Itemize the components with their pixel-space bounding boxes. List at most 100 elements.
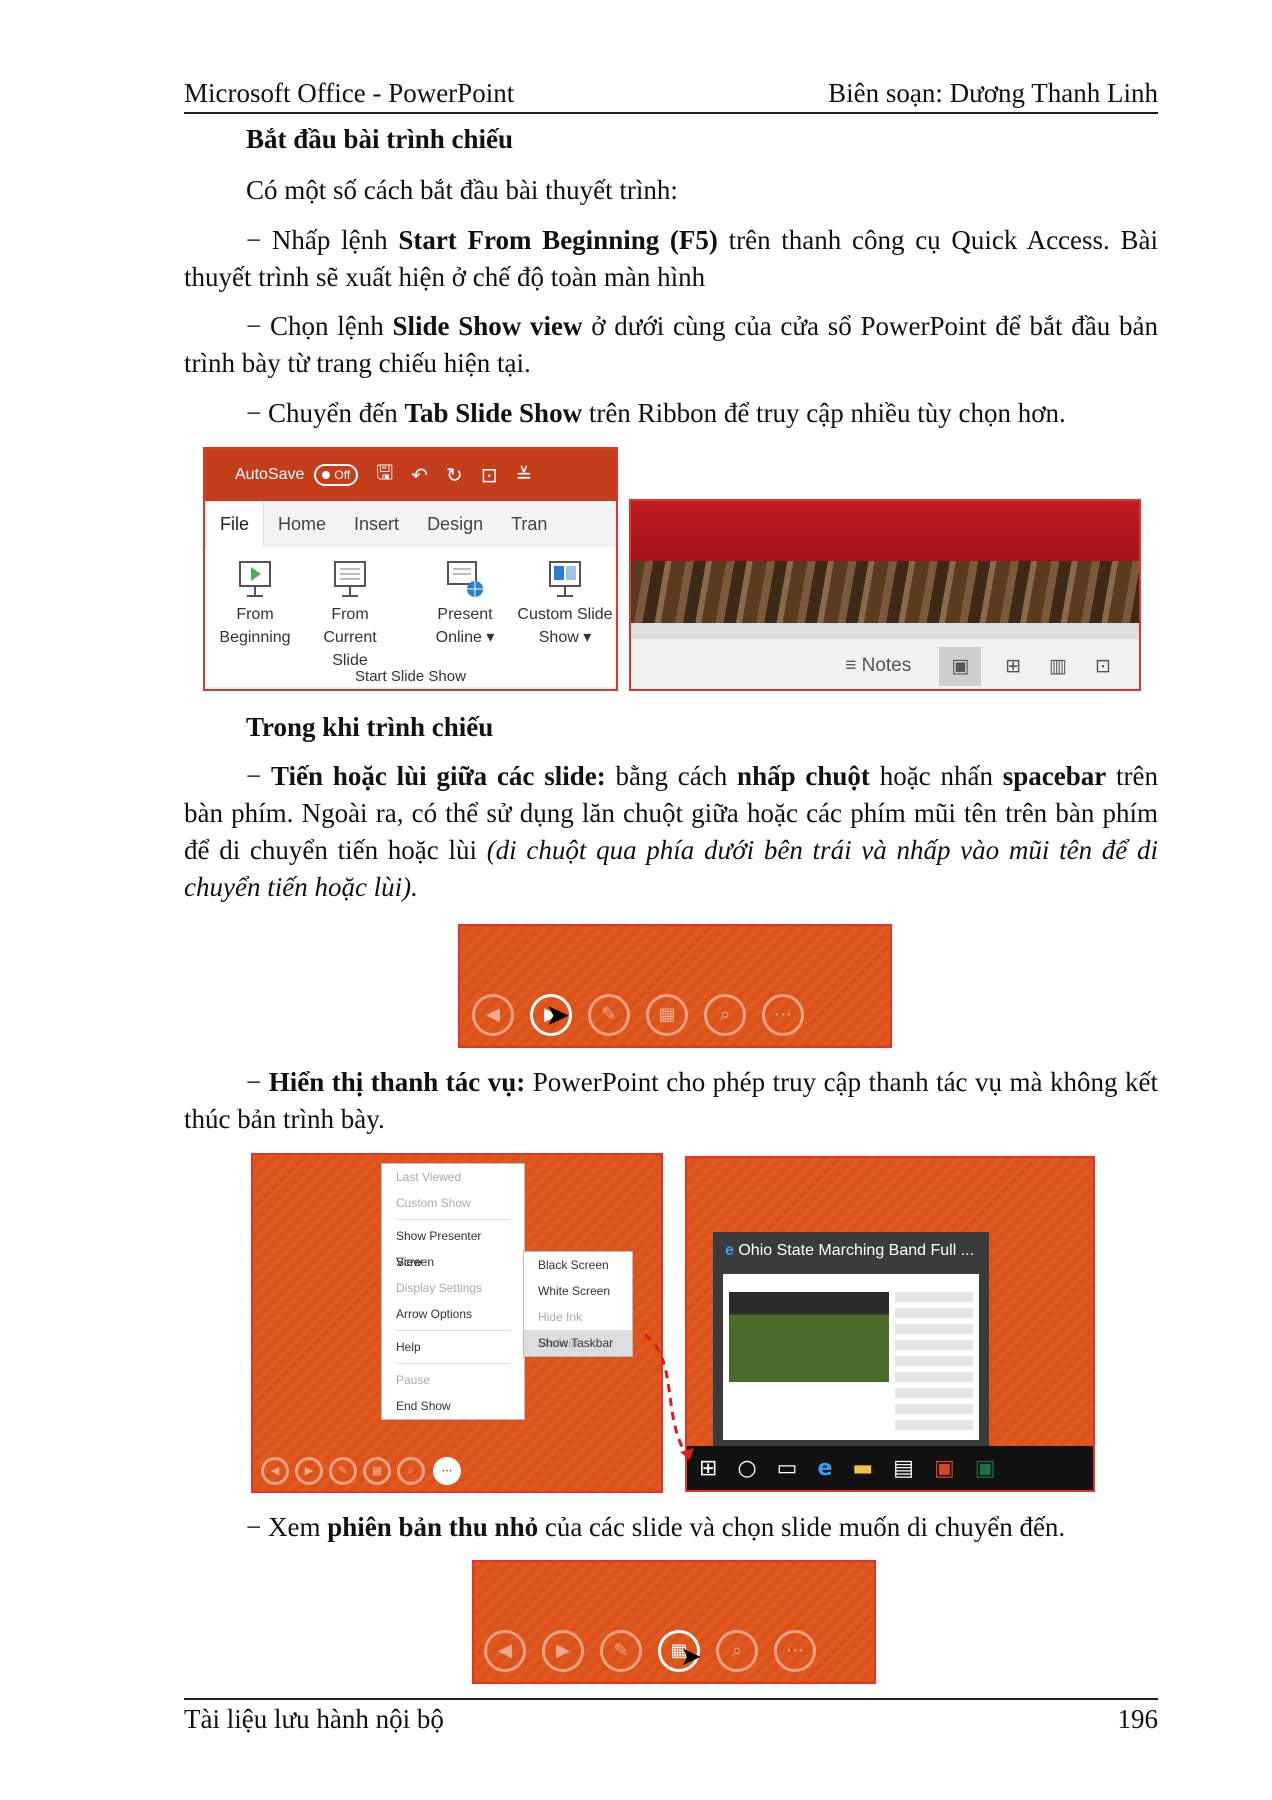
present-online-button[interactable]: Present Online ▾ [420,555,510,649]
edge-icon: e [725,1242,734,1259]
slide-sorter-icon[interactable]: ⊞ [1005,655,1021,678]
zoom-icon[interactable]: ⌕ [716,1630,758,1672]
list-item-slide-show-view: − Chọn lệnh Slide Show view ở dưới cùng … [184,311,1158,378]
intro-paragraph: Có một số cách bắt đầu bài thuyết trình: [246,175,678,205]
header-rule [184,112,1158,114]
more-options-icon[interactable]: ⋯ [762,994,804,1036]
tab-transitions[interactable]: Tran [497,514,561,535]
redo-icon[interactable]: ↻ [446,463,463,488]
preview-title: Ohio State Marching Band Full ... [738,1242,975,1259]
menu-item-presenter-view[interactable]: Show Presenter View [382,1223,524,1269]
task-view-icon[interactable]: ▭ [777,1456,798,1481]
thumbnail-controls-screenshot: ◀ ▶ ✎ ▦ ⌕ ⋯ ➤ [472,1560,876,1684]
submenu-show-taskbar[interactable]: Show Taskbar [524,1330,632,1356]
list-item-start-from-beginning: − Nhấp lệnh Start From Beginning (F5) tr… [184,225,1158,292]
slide-red-banner [631,501,1139,561]
next-icon[interactable]: ▶ [542,1630,584,1672]
menu-item-end-show[interactable]: End Show [382,1393,524,1419]
zoom-icon[interactable]: ⌕ [397,1457,425,1485]
tab-design[interactable]: Design [413,514,497,535]
powerpoint-icon[interactable]: ▣ [934,1456,955,1481]
undo-icon[interactable]: ↶ [411,463,428,488]
more-options-icon[interactable]: ⋯ [774,1630,816,1672]
section-heading-during: Trong khi trình chiếu [246,712,494,742]
screen-submenu: Black Screen White Screen Hide Ink Marku… [523,1251,633,1357]
menu-item-custom-show[interactable]: Custom Show [382,1190,524,1216]
ribbon-tabs: File Home Insert Design Tran [205,501,616,547]
section-heading-start: Bắt đầu bài trình chiếu [246,124,514,154]
store-icon[interactable]: ▤ [893,1456,914,1481]
menu-item-last-viewed[interactable]: Last Viewed [382,1164,524,1190]
notes-button[interactable]: ≡ Notes [845,655,911,677]
menu-item-screen[interactable]: Screen [382,1249,524,1275]
zoom-icon[interactable]: ⌕ [704,994,746,1036]
paragraph-taskbar: − Hiển thị thanh tác vụ: PowerPoint cho … [184,1067,1158,1134]
navigation-controls-screenshot: ◀ ▶ ✎ ▦ ⌕ ⋯ ➤ [458,924,892,1048]
file-explorer-icon[interactable]: ▬ [852,1456,873,1481]
from-beginning-button[interactable]: From Beginning [210,555,300,649]
header-left: Microsoft Office - PowerPoint [184,78,515,108]
projector-lines-icon [334,561,366,597]
paragraph-navigate: − Tiến hoặc lùi giữa các slide: bằng các… [184,761,1159,902]
previous-icon[interactable]: ◀ [484,1630,526,1672]
slide-show-view-icon[interactable]: ⊡ [1095,655,1111,678]
mouse-cursor-icon: ➤ [680,1642,702,1672]
slides-grid-icon[interactable]: ▦ [646,994,688,1036]
browser-thumbnail-preview[interactable]: e Ohio State Marching Band Full ... [713,1232,989,1450]
slide-show-context-menu: Last Viewed Custom Show Show Presenter V… [381,1163,525,1420]
pen-icon[interactable]: ✎ [600,1630,642,1672]
browser-page-thumbnail [723,1274,979,1440]
edge-taskbar-icon[interactable]: e [817,1456,832,1481]
submenu-hide-ink[interactable]: Hide Ink Markup [524,1304,632,1350]
tab-insert[interactable]: Insert [340,514,413,535]
customize-dropdown-icon[interactable]: ≚ [516,463,533,488]
autosave-label: AutoSave [235,466,305,483]
previous-icon[interactable]: ◀ [261,1457,289,1485]
previous-icon[interactable]: ◀ [472,994,514,1036]
header-right: Biên soạn: Dương Thanh Linh [828,78,1158,108]
quick-access-toolbar: AutoSave Off 🖫 ↶ ↻ ⊡ ≚ [205,449,616,501]
paragraph-thumbnails: − Xem phiên bản thu nhỏ của các slide và… [246,1512,1066,1542]
menu-item-display-settings[interactable]: Display Settings [382,1275,524,1301]
tab-file[interactable]: File [205,501,265,547]
excel-icon[interactable]: ▣ [975,1456,996,1481]
menu-item-pause[interactable]: Pause [382,1367,524,1393]
more-options-icon[interactable]: ⋯ [433,1457,461,1485]
page-number: 196 [1117,1704,1159,1734]
footer-rule [184,1698,1158,1700]
taskbar-screenshot: e Ohio State Marching Band Full ... ⊞ ○ … [685,1156,1095,1492]
slide-photo [631,561,1139,623]
context-menu-screenshot: Last Viewed Custom Show Show Presenter V… [251,1153,663,1493]
menu-item-help[interactable]: Help [382,1334,524,1360]
cortana-search-icon[interactable]: ○ [737,1456,756,1481]
status-bar: ≡ Notes ▣ ⊞ ▥ ⊡ [631,643,1139,689]
reading-view-icon[interactable]: ▥ [1049,655,1067,678]
projector-play-icon [239,561,271,597]
ribbon-group-label: Start Slide Show [355,668,466,685]
pen-icon[interactable]: ✎ [329,1457,357,1485]
list-item-slide-show-tab: − Chuyển đến Tab Slide Show trên Ribbon … [246,398,1066,428]
custom-slide-show-button[interactable]: Custom Slide Show ▾ [515,555,615,649]
status-bar-screenshot: ≡ Notes ▣ ⊞ ▥ ⊡ [629,499,1141,691]
windows-taskbar: ⊞ ○ ▭ e ▬ ▤ ▣ ▣ [687,1446,1093,1490]
dashed-arrow-connector [644,1333,694,1461]
save-icon[interactable]: 🖫 [376,458,393,492]
ribbon-screenshot: AutoSave Off 🖫 ↶ ↻ ⊡ ≚ File Home Insert … [203,447,618,691]
submenu-black-screen[interactable]: Black Screen [524,1252,632,1278]
start-from-beginning-icon[interactable]: ⊡ [481,463,498,488]
tab-home[interactable]: Home [264,514,340,535]
autosave-toggle[interactable]: Off [314,464,359,486]
menu-item-arrow-options[interactable]: Arrow Options [382,1301,524,1327]
slides-grid-icon[interactable]: ▦ [363,1457,391,1485]
pen-icon[interactable]: ✎ [588,994,630,1036]
next-icon[interactable]: ▶ [295,1457,323,1485]
from-current-slide-button[interactable]: From Current Slide [305,555,395,672]
footer-left: Tài liệu lưu hành nội bộ [184,1704,444,1734]
normal-view-icon[interactable]: ▣ [939,646,982,686]
video-thumbnail [729,1292,889,1382]
mouse-cursor-icon: ➤ [545,998,571,1033]
submenu-white-screen[interactable]: White Screen [524,1278,632,1304]
custom-show-icon [549,561,581,597]
windows-start-icon[interactable]: ⊞ [699,1456,717,1481]
globe-projector-icon [447,561,483,597]
